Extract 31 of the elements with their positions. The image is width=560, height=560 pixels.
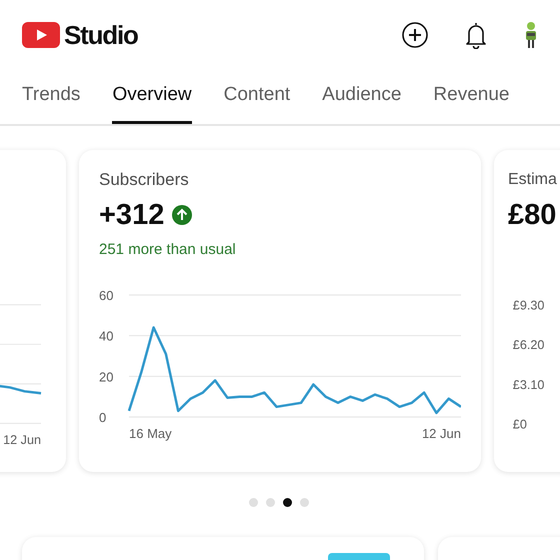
axis-label: 0 [99,410,106,425]
axis-label: 16 May [129,426,172,441]
logo-text: Studio [64,18,138,52]
pager-dot[interactable] [300,498,309,507]
tab[interactable]: Trends [22,70,80,124]
avatar-icon[interactable] [524,21,538,49]
pager-dot[interactable] [283,498,292,507]
create-icon[interactable] [402,22,428,48]
tab[interactable]: Revenue [433,70,510,124]
axis-label: 12 Jun [422,426,461,441]
notifications-icon[interactable] [464,21,488,49]
pager-dot[interactable] [266,498,275,507]
axis-label: 20 [99,369,114,384]
axis-label: 60 [99,288,114,303]
card-title: Estima [508,170,558,190]
chart-line [0,382,42,395]
card-title: Subscribers [99,170,190,190]
axis-label: £3.10 [512,378,544,392]
axis-label: £6.20 [512,338,544,352]
axis-label: £0 [512,418,527,432]
tab[interactable]: Content [224,70,290,124]
axis-label: 12 Jun [3,433,42,448]
pager-dot[interactable] [249,498,258,507]
axis-label: £9.30 [512,298,544,313]
tab[interactable]: Audience [322,70,402,124]
metric-value: £80 [508,198,556,232]
logo-icon [22,22,60,48]
tab[interactable]: Overview [112,70,192,124]
metric-value: +312 [99,198,164,232]
axis-label: 40 [99,328,114,344]
comparison-note: 251 more than usual [99,240,237,260]
